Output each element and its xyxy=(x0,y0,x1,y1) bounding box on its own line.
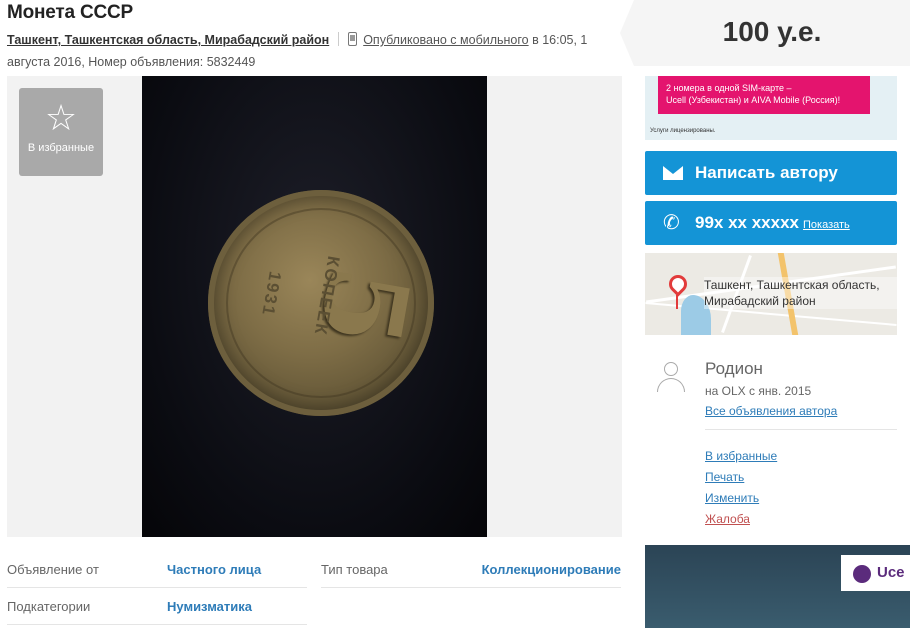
banner-line-1: 2 номера в одной SIM-карте – xyxy=(666,83,792,93)
coin-image: 5 КОПЕЕК 1931 xyxy=(208,190,434,416)
listing-meta: Ташкент, Ташкентская область, Мирабадски… xyxy=(7,29,627,73)
detail-key: Тип товара xyxy=(321,562,388,577)
detail-seller-type: Объявление от Частного лица xyxy=(7,552,307,588)
seller-name: Родион xyxy=(705,359,763,378)
listing-title: Монета СССР xyxy=(7,2,134,23)
phone-icon xyxy=(348,32,358,46)
details-row: Объявление от Частного лица Тип товара К… xyxy=(7,552,622,588)
show-phone-link[interactable]: Показать xyxy=(803,219,850,231)
add-to-favorites-label: В избранные xyxy=(27,142,95,154)
detail-item-type: Тип товара Коллекционирование xyxy=(321,552,621,588)
published-mobile-link[interactable]: Опубликовано с мобильного xyxy=(363,33,528,47)
phone-handset-icon: ✆ xyxy=(663,212,680,234)
meta-divider xyxy=(338,32,340,46)
price: 100 у.е. xyxy=(722,16,822,47)
sidebar: 100 у.е. 2 номера в одной SIM-карте – Uc… xyxy=(620,0,910,628)
phone-number: 99x xx xxxxx Показать xyxy=(695,213,850,232)
mail-icon xyxy=(663,163,685,183)
brand-ball-icon xyxy=(853,565,871,583)
detail-subcategory: Подкатегории Нумизматика xyxy=(7,589,307,625)
banner-line-2: Ucell (Узбекистан) и AIVA Mobile (Россия… xyxy=(666,95,841,105)
star-icon: ☆ xyxy=(44,97,78,138)
show-phone-button[interactable]: ✆ 99x xx xxxxx Показать xyxy=(645,201,897,245)
all-seller-ads-link[interactable]: Все объявления автора xyxy=(705,404,837,418)
price-box: 100 у.е. xyxy=(620,0,910,66)
listing-page: Монета СССР Ташкент, Ташкентская область… xyxy=(0,0,910,628)
action-links: В избранные Печать Изменить Жалоба xyxy=(705,446,777,530)
location-map[interactable]: Ташкент, Ташкентская область, Мирабадски… xyxy=(645,253,897,335)
seller-info: Родион на OLX с янв. 2015 Все объявления… xyxy=(645,350,897,430)
bottom-ad-banner[interactable]: Uce xyxy=(645,545,910,628)
listing-photo[interactable]: 5 КОПЕЕК 1931 xyxy=(142,76,487,537)
complain-link[interactable]: Жалоба xyxy=(705,509,777,530)
detail-value-link[interactable]: Коллекционирование xyxy=(482,562,621,577)
write-author-button[interactable]: Написать автору xyxy=(645,151,897,195)
details-row: Подкатегории Нумизматика xyxy=(7,589,622,625)
map-pin-icon xyxy=(665,271,691,297)
detail-value-link[interactable]: Частного лица xyxy=(167,562,261,577)
favorites-link[interactable]: В избранные xyxy=(705,446,777,467)
location-link[interactable]: Ташкент, Ташкентская область, Мирабадски… xyxy=(7,33,329,47)
edit-link[interactable]: Изменить xyxy=(705,488,777,509)
user-avatar-icon xyxy=(655,360,687,392)
ad-banner[interactable]: 2 номера в одной SIM-карте – Ucell (Узбе… xyxy=(645,76,897,140)
banner-text: 2 номера в одной SIM-карте – Ucell (Узбе… xyxy=(658,76,870,114)
add-to-favorites-button[interactable]: ☆ В избранные xyxy=(19,88,103,176)
detail-key: Подкатегории xyxy=(7,599,91,614)
seller-since: на OLX с янв. 2015 xyxy=(705,384,812,398)
divider xyxy=(705,429,897,430)
write-author-label: Написать автору xyxy=(695,163,838,182)
map-pin-tail xyxy=(676,295,678,309)
map-address: Ташкент, Ташкентская область, Мирабадски… xyxy=(704,277,897,309)
photo-gallery: ☆ В избранные 5 КОПЕЕК 1931 xyxy=(7,76,622,537)
print-link[interactable]: Печать xyxy=(705,467,777,488)
ad-brand-logo: Uce xyxy=(841,555,910,591)
banner-footnote: Услуги лицензированы. xyxy=(650,128,716,134)
detail-value-link[interactable]: Нумизматика xyxy=(167,599,252,614)
detail-key: Объявление от xyxy=(7,562,99,577)
